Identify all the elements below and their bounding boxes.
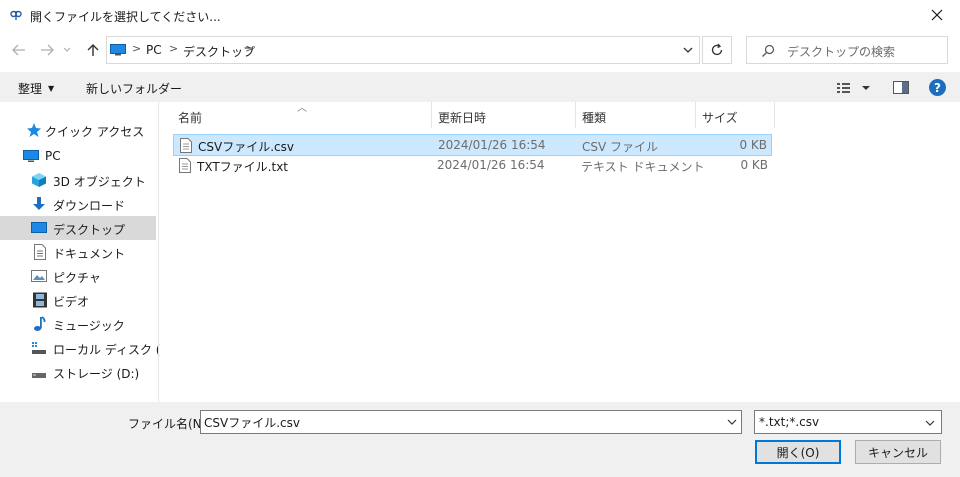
filename-input[interactable] [200, 410, 742, 434]
nav-item-3d-objects[interactable]: 3D オブジェクト [0, 168, 156, 192]
chevron-down-icon[interactable] [726, 417, 738, 427]
file-row[interactable]: CSVファイル.csv 2024/01/26 16:54 CSV ファイル 0 … [173, 134, 772, 156]
nav-label: クイック アクセス [45, 125, 145, 139]
up-button[interactable] [82, 39, 104, 61]
picture-icon [31, 270, 47, 282]
nav-item-pictures[interactable]: ピクチャ [0, 264, 156, 288]
view-options-icon[interactable] [836, 80, 870, 96]
arrow-right-icon [41, 44, 54, 56]
column-separator[interactable] [431, 102, 432, 128]
filter-value: *.txt;*.csv [759, 415, 820, 429]
text-file-icon [180, 138, 192, 153]
nav-item-storage-d[interactable]: ストレージ (D:) [0, 360, 156, 384]
nav-label: PC [45, 149, 61, 163]
column-header-name[interactable]: 名前 [178, 109, 202, 126]
nav-label: ピクチャ [53, 271, 101, 285]
nav-item-pc[interactable]: PC [0, 144, 156, 168]
arrow-up-icon [87, 44, 99, 56]
nav-label: ミュージック [53, 319, 125, 333]
nav-item-local-disk-c[interactable]: ローカル ディスク (C:) [0, 336, 178, 360]
nav-item-documents[interactable]: ドキュメント [0, 240, 156, 264]
close-icon [931, 9, 943, 21]
navigation-pane: クイック アクセス PC 3D オブジェクト ダウンロード デスクトップ ドキュ… [0, 102, 178, 402]
nav-label: ストレージ (D:) [53, 367, 140, 381]
file-type: CSV ファイル [582, 140, 659, 154]
chevron-down-icon[interactable] [681, 43, 695, 57]
sort-ascending-icon: ︿ [297, 103, 307, 114]
music-note-icon [34, 316, 46, 331]
column-header-date[interactable]: 更新日時 [438, 109, 486, 126]
pc-icon [110, 44, 126, 56]
window-title: 開くファイルを選択してください... [30, 10, 221, 24]
dialog-footer: ファイル名(N): *.txt;*.csv 開く(O) キャンセル [0, 402, 960, 477]
nav-item-downloads[interactable]: ダウンロード [0, 192, 156, 216]
cube-icon [32, 173, 46, 187]
search-placeholder: デスクトップの検索 [787, 45, 896, 59]
preview-pane-icon[interactable] [893, 81, 909, 94]
address-segment-pc[interactable]: PC [146, 43, 162, 57]
document-icon [34, 244, 46, 260]
organize-label: 整理 [18, 82, 43, 96]
recent-locations-button[interactable] [60, 39, 74, 61]
refresh-icon [711, 43, 723, 56]
star-icon [27, 123, 41, 137]
text-file-icon [179, 158, 191, 173]
nav-label: ビデオ [53, 295, 90, 309]
desktop-icon [31, 222, 47, 233]
address-bar[interactable]: > PC > デスクトップ > [106, 36, 700, 64]
refresh-button[interactable] [702, 36, 732, 64]
forward-button[interactable] [36, 39, 58, 61]
pc-icon [23, 150, 39, 162]
nav-label: 3D オブジェクト [53, 175, 146, 189]
address-separator: > [245, 42, 255, 55]
arrow-left-icon [12, 44, 25, 56]
column-separator[interactable] [695, 102, 696, 128]
pane-divider[interactable] [158, 102, 159, 402]
filename-label: ファイル名(N): [128, 417, 211, 431]
download-arrow-icon [33, 197, 45, 210]
file-date: 2024/01/26 16:54 [437, 158, 545, 172]
nav-item-videos[interactable]: ビデオ [0, 288, 156, 312]
search-box[interactable]: デスクトップの検索 [746, 36, 948, 64]
file-date: 2024/01/26 16:54 [438, 138, 546, 152]
drive-icon [32, 373, 46, 378]
column-header-size[interactable]: サイズ [702, 109, 738, 126]
caret-down-icon: ▼ [48, 84, 55, 93]
command-bar: 整理 ▼ 新しいフォルダー [0, 72, 960, 102]
nav-label: デスクトップ [53, 223, 126, 237]
app-icon [10, 10, 22, 20]
back-button[interactable] [8, 39, 30, 61]
film-icon [33, 292, 47, 308]
column-header-type[interactable]: 種類 [582, 109, 606, 126]
organize-menu[interactable]: 整理 ▼ [18, 80, 54, 97]
file-type-filter[interactable]: *.txt;*.csv [754, 410, 942, 434]
nav-item-quick-access[interactable]: クイック アクセス [0, 118, 156, 142]
file-size: 0 KB [739, 138, 767, 152]
file-name: CSVファイル.csv [198, 140, 294, 154]
new-folder-button[interactable]: 新しいフォルダー [86, 80, 182, 97]
nav-item-desktop[interactable]: デスクトップ [0, 216, 156, 240]
column-separator[interactable] [774, 102, 775, 128]
open-button[interactable]: 開く(O) [755, 440, 841, 464]
chevron-down-icon [925, 420, 935, 426]
cancel-button[interactable]: キャンセル [855, 440, 941, 464]
drive-icon [32, 342, 46, 354]
nav-label: ダウンロード [53, 199, 126, 213]
file-name: TXTファイル.txt [197, 160, 288, 174]
chevron-down-icon [63, 47, 71, 52]
file-size: 0 KB [740, 158, 768, 172]
title-bar: 開くファイルを選択してください... [0, 0, 960, 30]
file-row[interactable]: TXTファイル.txt 2024/01/26 16:54 テキスト ドキュメント… [173, 155, 772, 177]
file-type: テキスト ドキュメント [581, 160, 705, 174]
file-list: ︿ 名前 更新日時 種類 サイズ CSVファイル.csv 2024/01/26 … [160, 102, 960, 402]
column-separator[interactable] [575, 102, 576, 128]
nav-item-music[interactable]: ミュージック [0, 312, 156, 336]
address-separator: > [169, 42, 179, 55]
nav-label: ドキュメント [53, 247, 126, 261]
close-button[interactable] [914, 0, 960, 30]
help-button[interactable]: ? [929, 79, 946, 96]
address-separator: > [132, 42, 142, 55]
search-icon [762, 44, 775, 57]
